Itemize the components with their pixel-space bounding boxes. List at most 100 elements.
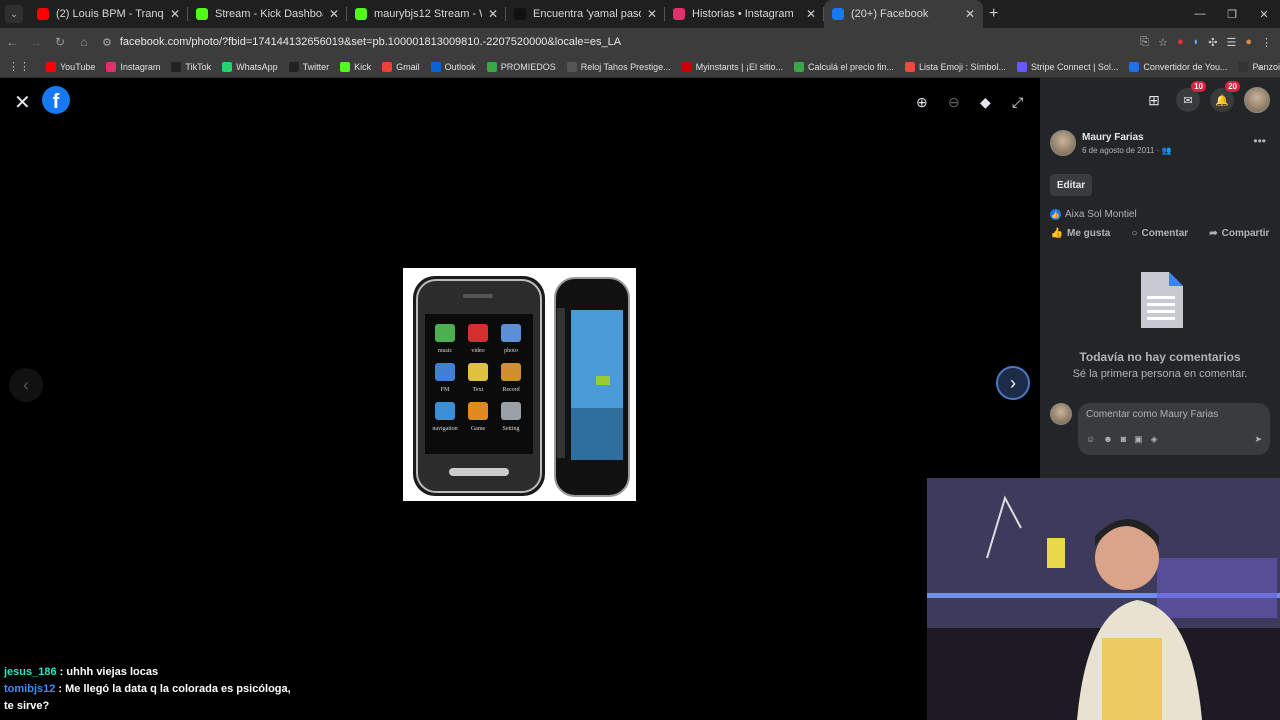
next-photo-button[interactable]: › xyxy=(996,366,1030,400)
bookmarks-overflow-icon[interactable]: » xyxy=(1257,62,1262,72)
tab-favicon-icon xyxy=(832,8,844,20)
extension-audio-icon[interactable]: ◗ xyxy=(1193,36,1200,48)
browser-tab[interactable]: Stream - Kick Dashboard ✕ xyxy=(188,0,347,28)
post-date[interactable]: 6 de agosto de 2011 · xyxy=(1082,146,1161,155)
author-avatar[interactable] xyxy=(1050,130,1076,156)
site-info-icon[interactable]: ⚙ xyxy=(102,36,112,49)
browser-tab[interactable]: Encuentra 'yamal paso' en TikTo ✕ xyxy=(506,0,665,28)
phone-app-label: Game xyxy=(471,426,486,432)
bookmark-item[interactable]: Gmail xyxy=(382,61,420,72)
browser-tab[interactable]: Historias • Instagram ✕ xyxy=(665,0,824,28)
tab-search-icon[interactable]: ⌄ xyxy=(5,5,23,23)
emoji-icon[interactable]: ☻ xyxy=(1103,434,1112,445)
zoom-out-icon[interactable]: ⊖ xyxy=(948,94,960,111)
window-controls: — ❐ ✕ xyxy=(1184,0,1280,28)
fullscreen-icon[interactable]: ⤢ xyxy=(1012,94,1023,111)
bookmark-item[interactable]: Reloj Tahos Prestige... xyxy=(566,61,671,72)
new-tab-button[interactable]: + xyxy=(989,5,998,23)
send-icon[interactable]: ➤ xyxy=(1254,434,1262,445)
bookmark-label: PROMIEDOS xyxy=(500,61,556,72)
tag-icon[interactable]: ◆ xyxy=(980,94,991,111)
bookmark-item[interactable]: TikTok xyxy=(171,61,211,72)
menu-grid-icon[interactable]: ⊞ xyxy=(1142,88,1166,112)
phone-app-label: Text xyxy=(473,387,484,393)
zoom-in-icon[interactable]: ⊕ xyxy=(916,94,928,111)
comment-composer: Comentar como Maury Farias ☺ ☻ ◙ ▣ ◈ ➤ xyxy=(1050,403,1270,455)
notifications-icon[interactable]: 🔔 20 xyxy=(1210,81,1240,112)
bookmark-item[interactable]: Calculá el precio fin... xyxy=(793,61,894,72)
reload-icon[interactable]: ↻ xyxy=(48,35,72,49)
gif-icon[interactable]: ▣ xyxy=(1134,434,1143,445)
forward-icon[interactable]: → xyxy=(24,35,48,49)
chat-username: jesus_186 xyxy=(4,666,57,678)
reading-list-icon[interactable]: ☰ xyxy=(1226,36,1236,49)
tab-close-icon[interactable]: ✕ xyxy=(965,7,975,21)
profile-icon[interactable]: ● xyxy=(1245,36,1252,48)
camera-icon[interactable]: ◙ xyxy=(1121,434,1126,445)
bookmark-item[interactable]: WhatsApp xyxy=(222,61,278,72)
bookmark-label: Outlook xyxy=(444,61,476,72)
extensions-icon[interactable]: ✣ xyxy=(1208,36,1217,49)
edit-button[interactable]: Editar xyxy=(1050,174,1092,196)
messenger-icon[interactable]: ✉ 10 xyxy=(1176,81,1206,112)
tab-close-icon[interactable]: ✕ xyxy=(647,7,657,21)
bookmark-item[interactable]: Kick xyxy=(340,61,371,72)
audience-friends-icon: 👥 xyxy=(1161,145,1172,155)
browser-tab[interactable]: maurybjs12 Stream - Watch Liv ✕ xyxy=(347,0,506,28)
streamer-camera-image xyxy=(927,478,1280,720)
account-avatar[interactable] xyxy=(1244,87,1270,113)
like-reaction-icon: 👍 xyxy=(1050,209,1061,220)
bookmark-label: Calculá el precio fin... xyxy=(807,61,894,72)
tab-close-icon[interactable]: ✕ xyxy=(488,7,498,21)
bookmark-star-icon[interactable]: ☆ xyxy=(1158,36,1168,49)
comment-input[interactable]: Comentar como Maury Farias ☺ ☻ ◙ ▣ ◈ ➤ xyxy=(1078,403,1270,455)
chat-text: : uhhh viejas locas xyxy=(56,666,159,678)
tab-title: (20+) Facebook xyxy=(851,8,929,20)
back-icon[interactable]: ← xyxy=(0,35,24,49)
install-icon[interactable]: ⎘ xyxy=(1140,36,1149,49)
phone-app-icon xyxy=(435,324,455,342)
author-name[interactable]: Maury Farias xyxy=(1082,132,1171,143)
reactions-summary[interactable]: 👍 Aixa Sol Montiel xyxy=(1050,209,1137,220)
facebook-logo-icon[interactable]: f xyxy=(42,86,70,114)
avatar-sticker-icon[interactable]: ☺ xyxy=(1086,434,1095,445)
share-button[interactable]: ➦ Compartir xyxy=(1209,228,1269,239)
bookmark-label: Lista Emoji : Símbol... xyxy=(919,61,1007,72)
comment-button[interactable]: ○ Comentar xyxy=(1131,228,1188,239)
more-options-icon[interactable]: ••• xyxy=(1253,134,1266,148)
bookmark-item[interactable]: Convertidor de You... xyxy=(1129,61,1227,72)
bookmarks-bar: ⋮⋮ YouTube Instagram TikTok WhatsApp Twitter… xyxy=(0,56,1280,78)
browser-menu-icon[interactable]: ⋮ xyxy=(1261,36,1272,49)
maximize-icon[interactable]: ❐ xyxy=(1216,0,1248,28)
bookmark-item[interactable]: YouTube xyxy=(46,61,95,72)
thumbs-up-icon: 👍 xyxy=(1050,228,1063,239)
close-window-icon[interactable]: ✕ xyxy=(1248,0,1280,28)
url-field[interactable]: ⚙ facebook.com/photo/?fbid=1741441326560… xyxy=(102,36,621,49)
extension-red-icon[interactable]: ● xyxy=(1177,36,1184,48)
bookmark-item[interactable]: Instagram xyxy=(106,61,160,72)
bookmark-item[interactable]: Twitter xyxy=(288,61,329,72)
tab-close-icon[interactable]: ✕ xyxy=(170,7,180,21)
bookmark-item[interactable]: Lista Emoji : Símbol... xyxy=(905,61,1007,72)
tab-title: (2) Louis BPM - Tranquilo (Vide xyxy=(56,8,164,20)
bookmark-item[interactable]: Stripe Connect | Sol... xyxy=(1017,61,1118,72)
sticker-icon[interactable]: ◈ xyxy=(1151,434,1158,445)
home-icon[interactable]: ⌂ xyxy=(72,35,96,49)
close-viewer-icon[interactable]: ✕ xyxy=(14,90,31,115)
like-button[interactable]: 👍 Me gusta xyxy=(1051,228,1111,239)
previous-photo-button[interactable]: ‹ xyxy=(9,368,43,402)
address-bar-row: ← → ↻ ⌂ ⚙ facebook.com/photo/?fbid=17414… xyxy=(0,28,1280,56)
apps-grid-icon[interactable]: ⋮⋮ xyxy=(8,60,30,73)
bookmark-item[interactable]: PROMIEDOS xyxy=(486,61,556,72)
notifications-badge: 20 xyxy=(1225,81,1240,92)
browser-tab[interactable]: (20+) Facebook ✕ xyxy=(824,0,983,28)
tab-close-icon[interactable]: ✕ xyxy=(329,7,339,21)
bookmark-item[interactable]: Myinstants | ¡El sitio... xyxy=(681,61,783,72)
browser-tab[interactable]: (2) Louis BPM - Tranquilo (Vide ✕ xyxy=(29,0,188,28)
bookmark-item[interactable]: Outlook xyxy=(430,61,476,72)
phone-app-label: Setting xyxy=(502,426,519,432)
bookmark-label: Reloj Tahos Prestige... xyxy=(580,61,671,72)
chat-username: tomibjs12 xyxy=(4,683,56,695)
tab-close-icon[interactable]: ✕ xyxy=(806,7,816,21)
minimize-icon[interactable]: — xyxy=(1184,0,1216,28)
